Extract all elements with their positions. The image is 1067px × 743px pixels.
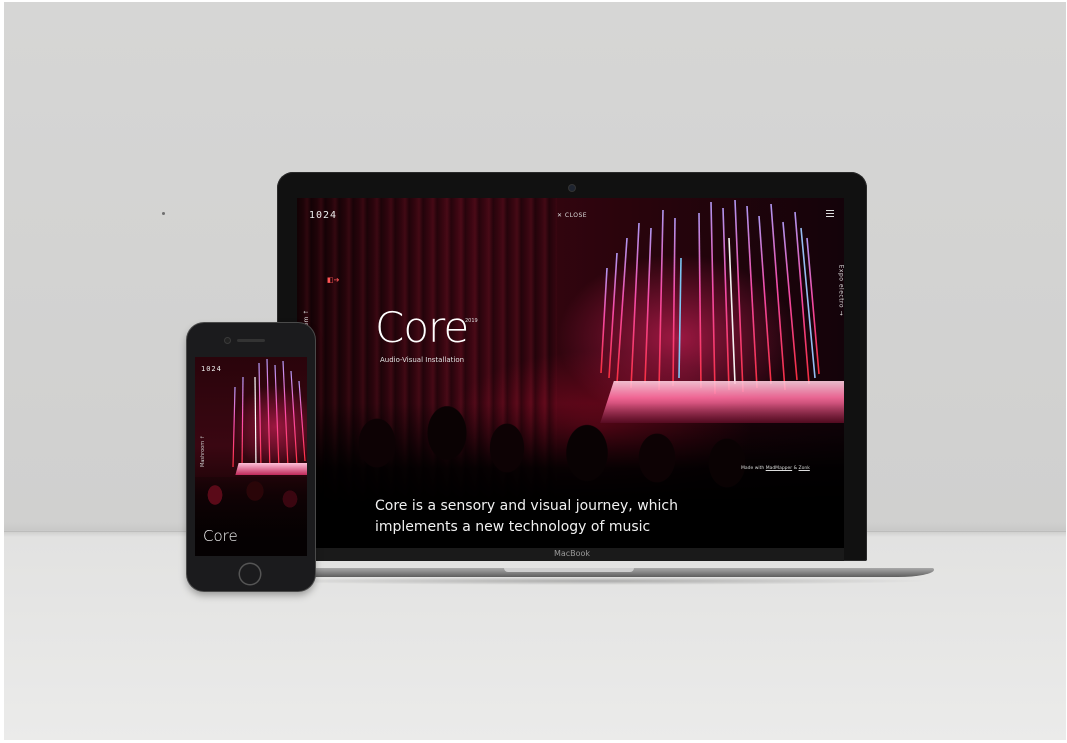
laptop-base — [240, 568, 934, 577]
phone-speaker — [237, 339, 265, 342]
phone-site-logo[interactable]: 1024 — [201, 365, 222, 373]
close-button[interactable]: ✕ CLOSE — [557, 212, 587, 219]
phone-prev-project-link[interactable]: Mashroom ↑ — [200, 435, 206, 467]
project-title: Core — [375, 303, 469, 352]
wall-speck — [162, 212, 165, 215]
laptop-brand-label: MacBook — [553, 549, 591, 558]
next-project-link[interactable]: Expo electro → — [837, 265, 844, 316]
credit-tool-link[interactable]: MadMapper — [766, 466, 792, 471]
site-logo[interactable]: 1024 — [309, 210, 337, 221]
project-description: Core is a sensory and visual journey, wh… — [375, 498, 678, 535]
phone-screen: 1024 Mashroom ↑ Core — [195, 357, 307, 556]
credit-partner-link[interactable]: Zonk — [799, 466, 810, 471]
phone-neon-rods — [232, 358, 306, 472]
credit-prefix: Made with — [741, 466, 766, 471]
phone-project-title: Core — [203, 527, 238, 545]
project-year: 2019 — [465, 318, 478, 324]
hamburger-menu-icon[interactable] — [826, 210, 834, 219]
home-button-icon[interactable] — [240, 564, 260, 584]
laptop-lid-notch — [504, 568, 634, 572]
laptop-camera-icon — [569, 185, 575, 191]
neon-rods-installation — [600, 199, 820, 395]
credit-line: Made with MadMapper & Zonk — [741, 466, 810, 471]
side-nav-icon[interactable]: ◧➔ — [327, 276, 339, 284]
laptop-screen: 1024 ✕ CLOSE ◧➔ Mashroom ↑ Expo electro … — [297, 198, 844, 548]
product-mockup-scene: 1024 ✕ CLOSE ◧➔ Mashroom ↑ Expo electro … — [4, 2, 1066, 740]
phone-stage-platform — [235, 463, 307, 475]
laptop: 1024 ✕ CLOSE ◧➔ Mashroom ↑ Expo electro … — [277, 172, 867, 561]
laptop-shadow — [254, 577, 934, 585]
phone: 1024 Mashroom ↑ Core — [187, 323, 315, 591]
project-subtitle: Audio-Visual Installation — [380, 356, 465, 364]
phone-camera-icon — [225, 338, 230, 343]
